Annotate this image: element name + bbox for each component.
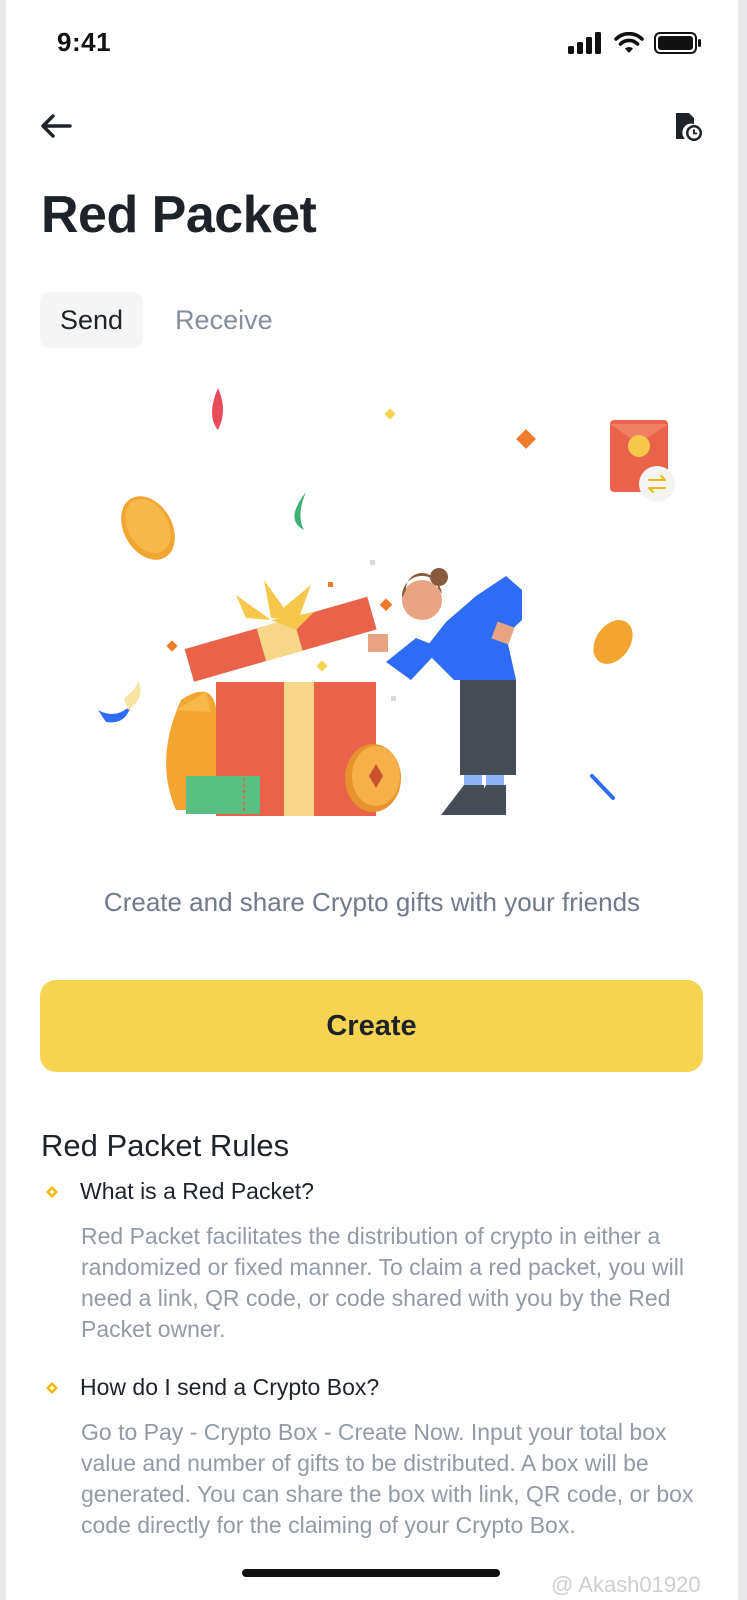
confetti — [124, 680, 141, 710]
create-button[interactable]: Create — [40, 980, 703, 1072]
ticket-icon — [186, 776, 260, 814]
confetti — [98, 705, 131, 723]
confetti — [516, 429, 536, 449]
confetti — [316, 660, 328, 672]
watermark: @ Akash01920 — [551, 1572, 701, 1597]
rule-question-row: How do I send a Crypto Box? — [46, 1374, 706, 1401]
hero-illustration — [86, 380, 686, 840]
rule-question-row: What is a Red Packet? — [46, 1178, 706, 1205]
confetti — [166, 640, 178, 652]
battery-icon — [654, 32, 701, 54]
status-icons — [568, 32, 702, 54]
page-title: Red Packet — [41, 186, 317, 244]
back-arrow-icon — [41, 114, 72, 138]
confetti — [391, 696, 396, 701]
rule-question: What is a Red Packet? — [80, 1178, 314, 1204]
hero-subtitle: Create and share Crypto gifts with your … — [103, 887, 641, 917]
coin-icon — [593, 620, 633, 664]
rule-answer: Go to Pay - Crypto Box - Create Now. Inp… — [81, 1419, 694, 1538]
rule-answer: Red Packet facilitates the distribution … — [81, 1223, 684, 1342]
app-screen: 9:41 Red Packet Send Receive Create and … — [6, 0, 738, 1600]
history-button[interactable] — [668, 106, 708, 146]
nav-bar — [6, 100, 738, 152]
status-time: 9:41 — [57, 27, 112, 57]
diamond-bullet-icon — [46, 1185, 58, 1198]
confetti — [379, 598, 393, 612]
rule-item: How do I send a Crypto Box? Go to Pay - … — [46, 1374, 706, 1541]
tab-receive[interactable]: Receive — [155, 292, 293, 348]
confetti — [328, 582, 333, 587]
wifi-icon — [614, 32, 644, 53]
home-indicator[interactable] — [242, 1569, 500, 1577]
signal-icon — [568, 32, 601, 54]
history-icon — [676, 113, 702, 141]
rule-question: How do I send a Crypto Box? — [80, 1374, 380, 1400]
confetti — [370, 560, 375, 565]
confetti — [384, 408, 396, 420]
tab-bar: Send Receive — [40, 292, 293, 348]
rule-item: What is a Red Packet? Red Packet facilit… — [46, 1178, 706, 1345]
rules-title: Red Packet Rules — [41, 1128, 290, 1163]
back-button[interactable] — [36, 106, 76, 146]
gift-illustration — [98, 388, 675, 816]
confetti — [294, 492, 306, 530]
confetti — [212, 388, 223, 430]
status-bar: 9:41 — [6, 0, 738, 90]
confetti — [590, 774, 615, 800]
tab-send[interactable]: Send — [40, 292, 144, 348]
diamond-bullet-icon — [46, 1381, 58, 1394]
